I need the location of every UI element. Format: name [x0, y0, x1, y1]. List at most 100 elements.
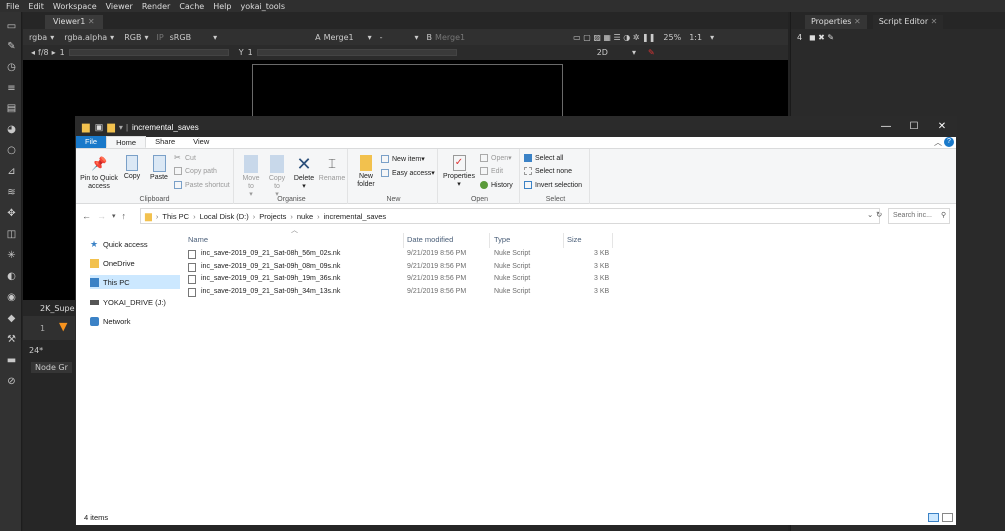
address-bar[interactable]: ▆ › This PC › Local Disk (D:) › Projects… [140, 208, 882, 224]
menu-viewer[interactable]: Viewer [106, 2, 133, 11]
gain-slider[interactable] [68, 49, 229, 56]
copy-path-button[interactable]: Copy path [174, 167, 217, 175]
menu-help[interactable]: Help [213, 2, 231, 11]
new-folder-button[interactable]: New folder [354, 155, 378, 189]
nav-this-pc[interactable]: This PC [90, 275, 180, 289]
time-tools-icon[interactable]: ◷ [5, 61, 18, 74]
back-arrow-icon[interactable]: ← [82, 211, 91, 221]
timeline[interactable]: 1 ▼ [23, 316, 83, 340]
properties-quick-icon[interactable]: ▣ [95, 122, 104, 133]
tab-file[interactable]: File [76, 136, 107, 148]
fstop-arrows-icon[interactable]: ◂ [31, 48, 35, 57]
menu-cache[interactable]: Cache [179, 2, 204, 11]
properties-max-count[interactable]: 4 [797, 33, 802, 42]
history-button[interactable]: History [480, 181, 513, 189]
ratio-dropdown[interactable]: 1:1 [689, 33, 702, 42]
gamma-field[interactable]: 1 [248, 48, 253, 57]
transform-tools-icon[interactable]: ✥ [5, 207, 18, 220]
select-all-button[interactable]: Select all [524, 154, 563, 162]
qat-dropdown-icon[interactable]: ▾ [119, 123, 123, 132]
nav-quick-access[interactable]: ★ Quick access [90, 237, 180, 251]
details-view-icon[interactable] [928, 513, 939, 522]
tab-home[interactable]: Home [106, 136, 147, 148]
zoom-dropdown[interactable]: 25% [663, 33, 681, 42]
menu-edit[interactable]: Edit [28, 2, 44, 11]
copy-button[interactable]: Copy [121, 155, 143, 181]
lut-dropdown[interactable]: sRGB [170, 33, 191, 42]
help-icon[interactable]: ? [944, 137, 954, 147]
properties-tools-icon[interactable]: ◼ ✖ ✎ [809, 33, 834, 42]
playhead-icon[interactable]: ▼ [59, 320, 67, 333]
refresh-icon[interactable]: ↻ [876, 210, 882, 219]
copy-to-button[interactable]: Copy to ▾ [265, 155, 289, 199]
table-row[interactable]: inc_save-2019_09_21_Sat-09h_34m_13s.nk 9… [188, 287, 958, 299]
view-mode-dropdown[interactable]: 2D [597, 48, 608, 57]
select-none-button[interactable]: Select none [524, 167, 572, 175]
channel-tools-icon[interactable]: ≡ [5, 82, 18, 95]
tab-share[interactable]: Share [146, 136, 184, 148]
recent-dropdown-icon[interactable]: ▾ [112, 212, 116, 220]
channels-dropdown[interactable]: rgba [29, 33, 47, 42]
invert-selection-button[interactable]: Invert selection [524, 181, 582, 189]
large-icons-view-icon[interactable] [942, 513, 953, 522]
new-folder-quick-icon[interactable]: ▆ [107, 122, 115, 133]
frame-field[interactable]: 1 [60, 48, 65, 57]
pause-icon[interactable]: ✎ [648, 48, 655, 57]
ip-toggle[interactable]: IP [156, 33, 163, 42]
nav-onedrive[interactable]: OneDrive [90, 256, 180, 270]
menu-workspace[interactable]: Workspace [53, 2, 97, 11]
menu-render[interactable]: Render [142, 2, 170, 11]
color-tools-icon[interactable]: ▤ [5, 102, 18, 115]
menu-yokai-tools[interactable]: yokai_tools [240, 2, 285, 11]
new-item-button[interactable]: New item ▾ [381, 155, 425, 163]
delete-button[interactable]: ✕ Delete ▾ [292, 155, 316, 191]
wipe-dropdown[interactable]: - [380, 33, 383, 42]
open-button[interactable]: Open ▾ [480, 154, 512, 162]
breadcrumb-incremental-saves[interactable]: incremental_saves [324, 212, 387, 221]
image-tools-icon[interactable]: ▭ [5, 20, 18, 33]
3d-tools-icon[interactable]: ◫ [5, 228, 18, 241]
edit-button[interactable]: Edit [480, 167, 503, 175]
metadata-tools-icon[interactable]: ◆ [5, 312, 18, 325]
paste-button[interactable]: Paste [146, 155, 172, 182]
paste-shortcut-button[interactable]: Paste shortcut [174, 181, 230, 189]
column-header-date[interactable]: Date modified [407, 235, 453, 244]
view-tools-icon[interactable]: ◉ [5, 291, 18, 304]
ribbon-collapse-icon[interactable]: ︿ [934, 137, 942, 148]
nav-yokai-drive[interactable]: YOKAI_DRIVE (J:) [90, 295, 180, 309]
column-header-name[interactable]: Name [188, 235, 208, 244]
maximize-icon[interactable]: ☐ [900, 117, 928, 137]
search-box[interactable]: Search inc... ⚲ [888, 208, 950, 224]
breadcrumb-projects[interactable]: Projects [259, 212, 286, 221]
table-row[interactable]: inc_save-2019_09_21_Sat-08h_56m_02s.nk 9… [188, 249, 958, 261]
menu-file[interactable]: File [6, 2, 19, 11]
breadcrumb-local-disk[interactable]: Local Disk (D:) [200, 212, 249, 221]
keyer-tools-icon[interactable]: ○ [5, 144, 18, 157]
breadcrumb-this-pc[interactable]: This PC [162, 212, 189, 221]
tab-script-editor[interactable]: Script Editor ✕ [872, 15, 944, 29]
column-header-type[interactable]: Type [494, 235, 510, 244]
input-b-dropdown[interactable]: Merge1 [435, 33, 465, 42]
up-arrow-icon[interactable]: ↑ [122, 211, 127, 221]
other-tools-icon[interactable]: ▬ [5, 354, 18, 367]
breadcrumb-nuke[interactable]: nuke [297, 212, 313, 221]
merge-tools-icon[interactable]: ⊿ [5, 165, 18, 178]
filter-tools-icon[interactable]: ◕ [5, 123, 18, 136]
fstop-value[interactable]: f/8 [38, 48, 49, 57]
pin-quick-access-button[interactable]: 📌 Pin to Quick access [79, 155, 119, 191]
deep-tools-icon[interactable]: ◐ [5, 270, 18, 283]
plugins-icon[interactable]: ⊘ [5, 375, 18, 388]
tab-view[interactable]: View [184, 136, 218, 148]
input-a-dropdown[interactable]: Merge1 [324, 33, 354, 42]
close-icon[interactable]: ✕ [928, 117, 956, 137]
tab-properties[interactable]: Properties ✕ [805, 15, 867, 29]
viewer-icons[interactable]: ▭ ▢ ▨ ▦ ☰ ◑ ✲ ❚❚ [573, 33, 655, 42]
move-to-button[interactable]: Move to ▾ [239, 155, 263, 199]
display-mode-dropdown[interactable]: RGB [124, 33, 141, 42]
draw-tools-icon[interactable]: ✎ [5, 40, 18, 53]
gamma-slider[interactable] [256, 49, 457, 56]
minimize-icon[interactable]: — [872, 117, 900, 137]
fps-field[interactable]: 24* [29, 346, 43, 355]
tab-viewer1[interactable]: Viewer1 ✕ [45, 15, 103, 29]
nav-network[interactable]: Network [90, 314, 180, 328]
